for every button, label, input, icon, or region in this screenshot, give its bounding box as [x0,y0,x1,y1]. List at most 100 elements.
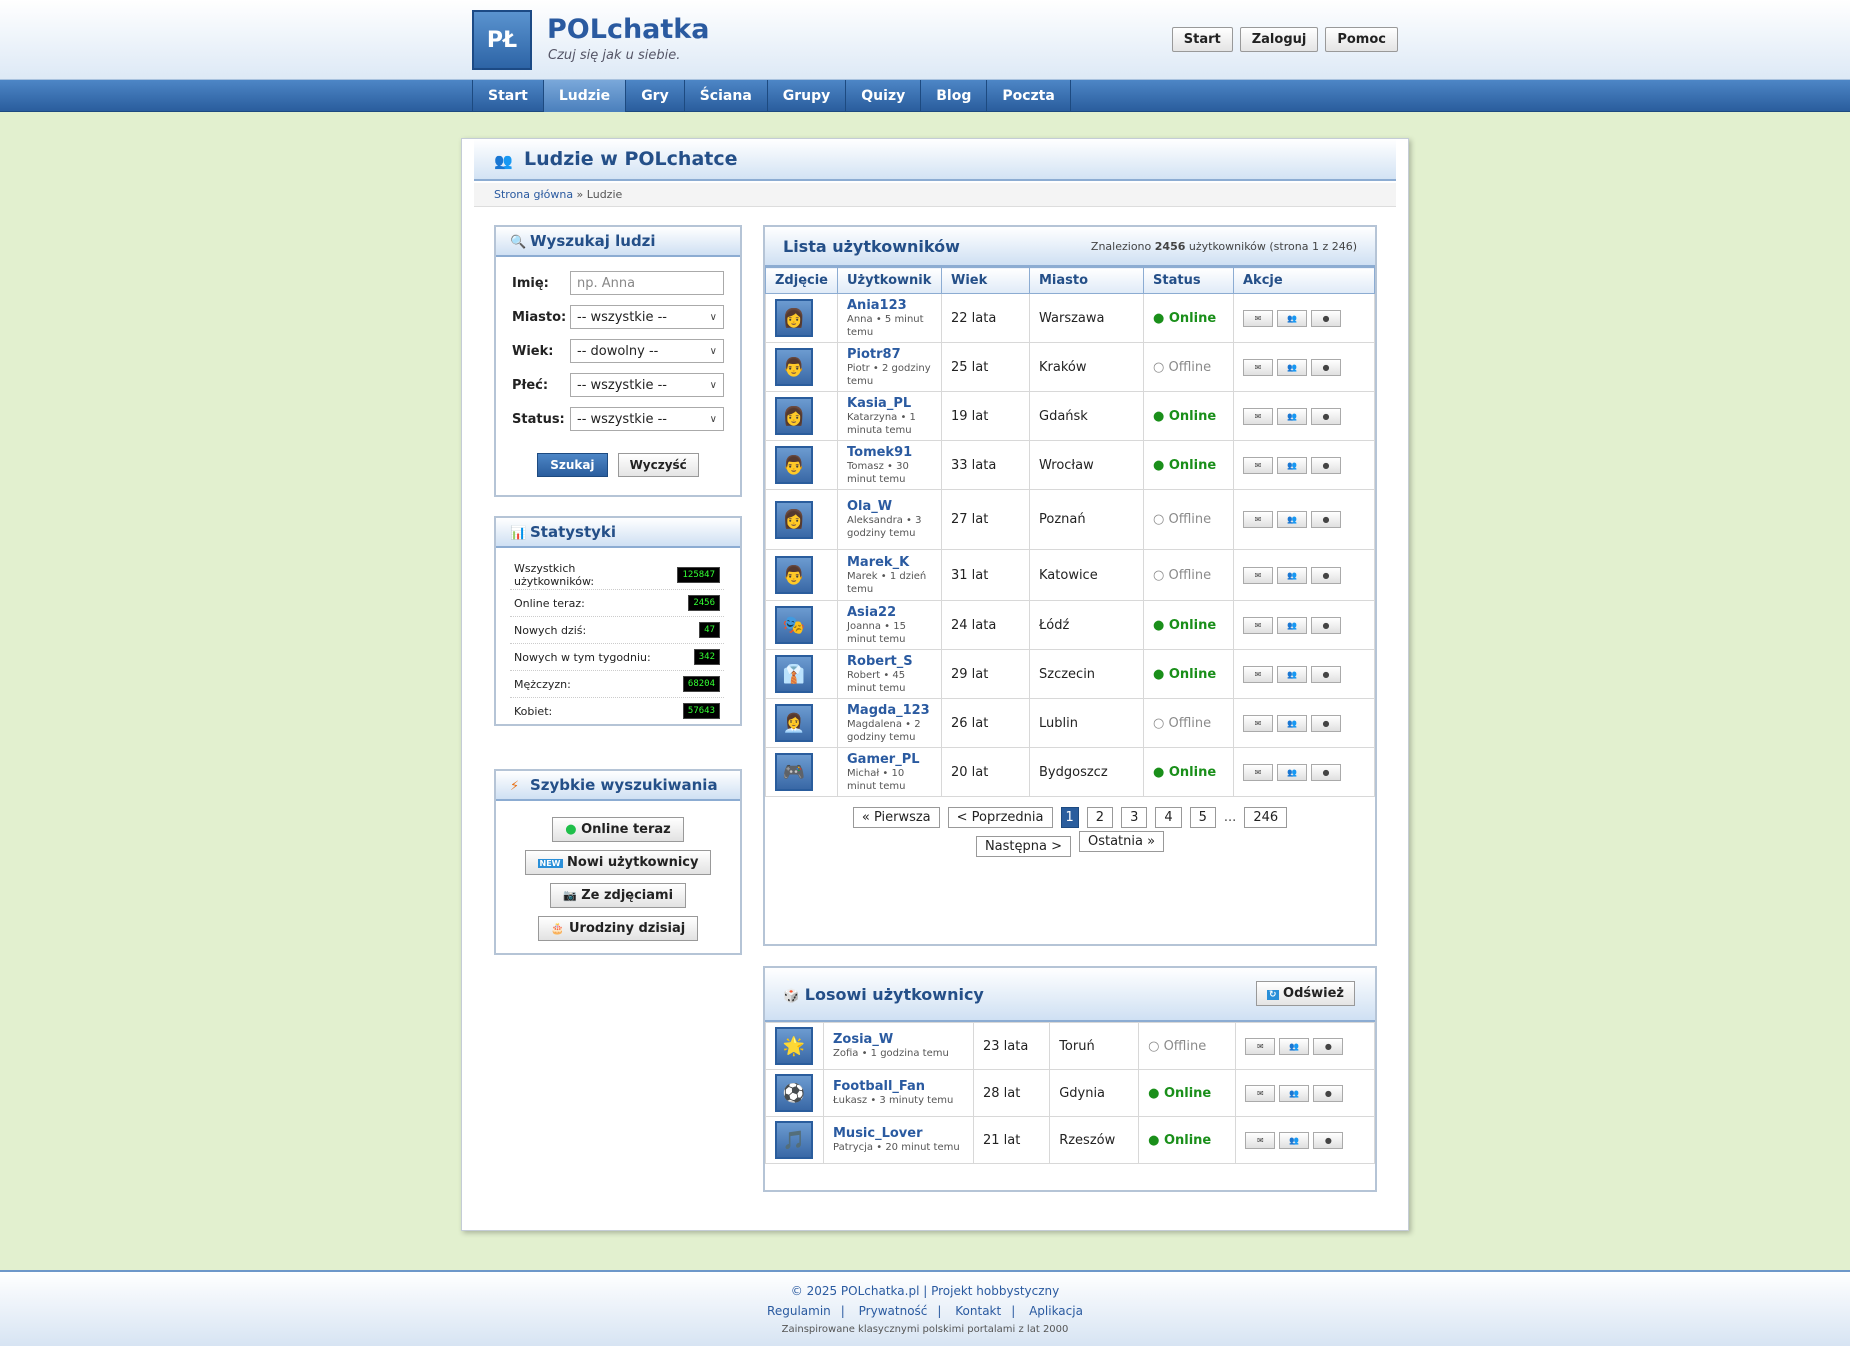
avatar[interactable]: 🎵 [775,1121,813,1159]
poke-icon[interactable]: ● [1311,665,1341,683]
nav-quizzes[interactable]: Quizy [846,80,922,112]
poke-icon[interactable]: ● [1311,407,1341,425]
add-friend-icon[interactable]: 👥 [1277,511,1307,528]
help-button[interactable]: Pomoc [1325,27,1398,52]
add-friend-icon[interactable]: 👥 [1279,1037,1310,1055]
avatar[interactable]: 👩 [775,500,813,539]
add-friend-icon[interactable]: 👥 [1277,358,1307,376]
avatar[interactable]: 🎭 [775,606,813,644]
username-link[interactable]: Piotr87 [847,347,932,362]
quick-birthdays-button[interactable]: 🎂 Urodziny dzisiaj [537,916,699,941]
username-link[interactable]: Ania123 [847,298,932,313]
site-title[interactable]: POLchatka [547,14,709,45]
quick-photos-button[interactable]: 📷 Ze zdjęciami [549,883,687,908]
message-icon[interactable]: ✉ [1243,566,1273,584]
footer-link-contact[interactable]: Kontakt [955,1304,1001,1318]
message-icon[interactable]: ✉ [1243,407,1273,425]
poke-icon[interactable]: ● [1311,309,1341,327]
nav-blog[interactable]: Blog [921,80,988,112]
sex-select[interactable]: -- wszystkie -- ∨ [570,373,724,397]
message-icon[interactable]: ✉ [1243,309,1273,327]
page-5[interactable]: 5 [1189,807,1216,828]
page-1[interactable]: 1 [1060,807,1079,828]
username-link[interactable]: Ola_W [847,499,932,514]
username-link[interactable]: Music_Lover [833,1126,964,1141]
poke-icon[interactable]: ● [1311,358,1341,376]
username-link[interactable]: Magda_123 [847,703,932,718]
avatar[interactable]: 👩 [775,299,813,337]
page-2[interactable]: 2 [1086,807,1114,828]
page-3[interactable]: 3 [1121,807,1148,828]
footer-link-terms[interactable]: Regulamin [767,1304,831,1318]
username-link[interactable]: Zosia_W [833,1032,964,1047]
avatar[interactable]: 🌟 [775,1027,813,1065]
add-friend-icon[interactable]: 👥 [1277,456,1307,474]
username-link[interactable]: Kasia_PL [847,396,932,411]
nav-people[interactable]: Ludzie [543,80,627,112]
quick-online-button[interactable]: ● Online teraz [552,817,684,842]
nav-mail[interactable]: Poczta [987,80,1071,112]
username-link[interactable]: Marek_K [847,555,932,570]
poke-icon[interactable]: ● [1311,456,1341,474]
poke-icon[interactable]: ● [1313,1084,1344,1102]
add-friend-icon[interactable]: 👥 [1279,1084,1310,1102]
poke-icon[interactable]: ● [1311,763,1341,781]
page-last-number[interactable]: 246 [1244,807,1288,828]
username-link[interactable]: Football_Fan [833,1079,964,1094]
nav-wall[interactable]: Ściana [685,80,768,112]
age-select[interactable]: -- dowolny -- ∨ [570,339,724,363]
username-link[interactable]: Tomek91 [847,445,932,460]
login-button[interactable]: Zaloguj [1239,27,1319,52]
site-logo[interactable]: PŁ [472,10,532,70]
avatar[interactable]: ⚽ [775,1074,813,1112]
add-friend-icon[interactable]: 👥 [1277,309,1307,327]
avatar[interactable]: 👩‍💼 [775,704,813,742]
message-icon[interactable]: ✉ [1245,1084,1276,1102]
breadcrumb-home[interactable]: Strona główna [494,188,573,201]
search-button[interactable]: Szukaj [537,453,608,477]
page-first[interactable]: « Pierwsza [852,807,940,828]
nav-groups[interactable]: Grupy [768,80,847,112]
poke-icon[interactable]: ● [1311,566,1341,584]
avatar[interactable]: 👨 [775,348,813,386]
footer-link-app[interactable]: Aplikacja [1029,1304,1083,1318]
poke-icon[interactable]: ● [1311,511,1341,528]
footer-link-privacy[interactable]: Prywatność [859,1304,928,1318]
username-link[interactable]: Asia22 [847,605,932,620]
avatar[interactable]: 👨 [775,556,813,594]
poke-icon[interactable]: ● [1313,1037,1344,1055]
message-icon[interactable]: ✉ [1243,511,1273,528]
message-icon[interactable]: ✉ [1243,358,1273,376]
message-icon[interactable]: ✉ [1243,616,1273,634]
city-select[interactable]: -- wszystkie -- ∨ [570,305,724,329]
message-icon[interactable]: ✉ [1243,456,1273,474]
message-icon[interactable]: ✉ [1245,1131,1276,1149]
quick-new-users-button[interactable]: NEW Nowi użytkownicy [524,850,712,875]
message-icon[interactable]: ✉ [1243,714,1273,732]
poke-icon[interactable]: ● [1311,616,1341,634]
add-friend-icon[interactable]: 👥 [1277,665,1307,683]
avatar[interactable]: 👔 [775,655,813,693]
refresh-button[interactable]: ↻ Odśwież [1255,981,1355,1006]
nav-start[interactable]: Start [473,80,544,112]
name-input[interactable] [570,271,724,295]
message-icon[interactable]: ✉ [1243,665,1273,683]
message-icon[interactable]: ✉ [1245,1037,1276,1055]
avatar[interactable]: 👨 [775,446,813,484]
avatar[interactable]: 👩 [775,397,813,435]
username-link[interactable]: Gamer_PL [847,752,932,767]
add-friend-icon[interactable]: 👥 [1277,714,1307,732]
add-friend-icon[interactable]: 👥 [1277,566,1307,584]
page-prev[interactable]: < Poprzednia [947,807,1053,828]
nav-games[interactable]: Gry [626,80,685,112]
poke-icon[interactable]: ● [1313,1131,1344,1149]
page-next[interactable]: Następna > [975,836,1071,857]
add-friend-icon[interactable]: 👥 [1279,1131,1310,1149]
page-4[interactable]: 4 [1155,807,1182,828]
add-friend-icon[interactable]: 👥 [1277,763,1307,781]
message-icon[interactable]: ✉ [1243,763,1273,781]
add-friend-icon[interactable]: 👥 [1277,407,1307,425]
avatar[interactable]: 🎮 [775,753,813,791]
clear-button[interactable]: Wyczyść [617,453,699,477]
username-link[interactable]: Robert_S [847,654,932,669]
